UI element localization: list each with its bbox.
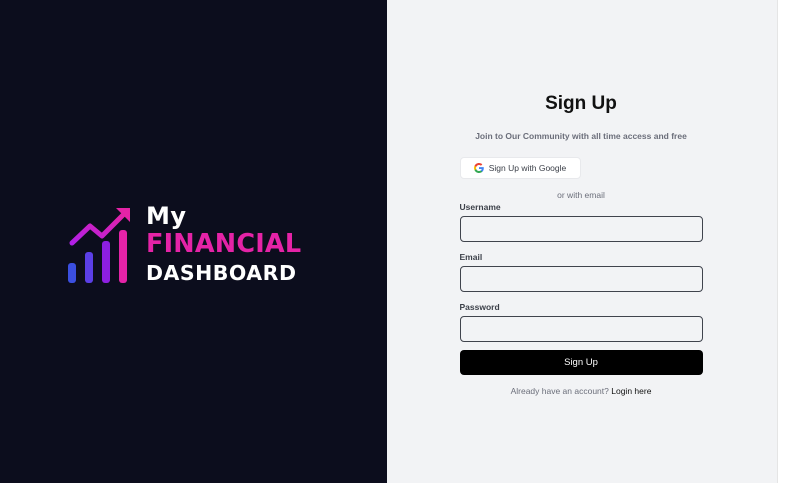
email-divider-text: or with email [557,190,605,200]
logo-wordmark: My FINANCIAL DASHBOARD [146,204,301,283]
logo-line-dashboard: DASHBOARD [146,260,297,285]
signup-page: My FINANCIAL DASHBOARD Sign Up Join to O… [0,0,778,483]
brand-panel: My FINANCIAL DASHBOARD [0,0,387,483]
form-panel: Sign Up Join to Our Community with all t… [386,0,777,483]
login-link[interactable]: Login here [611,386,651,396]
logo-line-financial: FINANCIAL [146,229,302,259]
login-prompt-text: Already have an account? [510,386,609,396]
page-title: Sign Up [545,93,617,114]
password-input[interactable] [459,316,703,342]
email-label: Email [459,252,483,262]
logo-line-my: My [146,202,187,230]
login-prompt-row: Already have an account? Login here [460,386,703,396]
signup-submit-button[interactable]: Sign Up [459,350,703,375]
growth-chart-icon [68,208,130,283]
email-input[interactable] [459,266,703,292]
google-signup-label: Sign Up with Google [488,163,567,173]
username-label: Username [459,202,501,212]
page-subtitle: Join to Our Community with all time acce… [475,131,687,141]
password-label: Password [459,302,500,312]
google-icon [473,163,484,173]
username-input[interactable] [459,216,703,242]
google-signup-button[interactable]: Sign Up with Google [459,157,581,179]
app-logo: My FINANCIAL DASHBOARD [66,204,326,288]
